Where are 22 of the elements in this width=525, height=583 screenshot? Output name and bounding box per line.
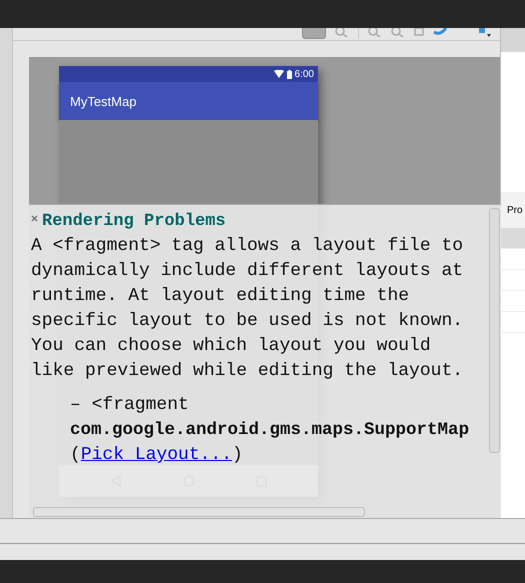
panel-header-bar	[501, 28, 525, 52]
zoom-icon[interactable]	[335, 28, 349, 38]
problem-message: A <fragment> tag allows a layout file to dynamically include different layouts at runtime. At layout editing time the specific layout to be used is not known. You can choose which layout you would like previewed while editing the layout.	[31, 235, 464, 383]
horizontal-scrollbar[interactable]	[33, 507, 365, 517]
device-icon[interactable]	[478, 28, 492, 38]
close-icon[interactable]	[31, 215, 38, 222]
app-title: MyTestMap	[70, 94, 136, 108]
wifi-icon	[274, 70, 284, 78]
battery-icon	[286, 70, 292, 78]
zoom-out-icon[interactable]	[391, 28, 405, 38]
panel-title: Rendering Problems	[42, 211, 226, 233]
column-header: Pro	[507, 204, 523, 216]
class-name: com.google.android.gms.maps.SupportMap	[70, 419, 470, 442]
pick-layout-link[interactable]: Pick Layout...	[80, 445, 232, 465]
vertical-scrollbar[interactable]	[489, 208, 500, 453]
refresh-icon[interactable]	[433, 28, 447, 36]
zoom-in-icon[interactable]	[368, 28, 382, 38]
selected-row[interactable]	[501, 228, 525, 249]
status-time: 6:00	[294, 68, 314, 80]
fragment-tag: – <fragment	[70, 393, 189, 418]
pick-layout-line: (Pick Layout...)	[70, 444, 243, 467]
toolbar-button[interactable]	[302, 28, 326, 39]
